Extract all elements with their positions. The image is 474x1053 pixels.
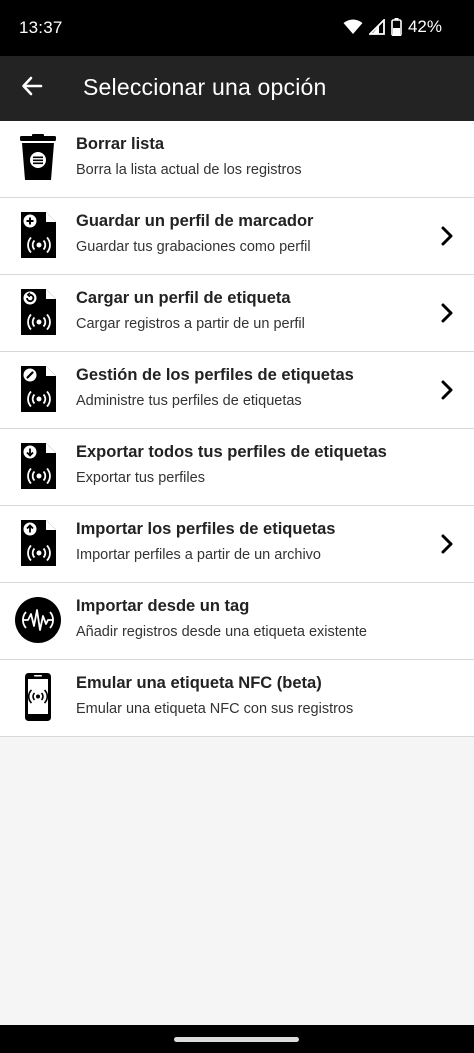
file-add-nfc-icon [14, 210, 62, 260]
option-subtitle: Añadir registros desde una etiqueta exis… [76, 624, 367, 640]
trash-icon [14, 133, 62, 183]
option-subtitle: Importar perfiles a partir de un archivo [76, 547, 321, 563]
option-title: Importar desde un tag [76, 597, 250, 615]
option-title: Borrar lista [76, 135, 165, 153]
option-subtitle: Guardar tus grabaciones como perfil [76, 239, 311, 255]
phone-nfc-icon [14, 672, 62, 722]
chevron-right-icon [440, 224, 454, 248]
option-subtitle: Exportar tus perfiles [76, 470, 205, 486]
chevron-right-icon [440, 301, 454, 325]
option-subtitle: Emular una etiqueta NFC con sus registro… [76, 701, 354, 717]
option-exportar-perfiles[interactable]: Exportar todos tus perfiles de etiquetas… [0, 429, 474, 506]
file-edit-nfc-icon [14, 364, 62, 414]
option-emular-nfc[interactable]: Emular una etiqueta NFC (beta) Emular un… [0, 660, 474, 737]
option-importar-perfiles[interactable]: Importar los perfiles de etiquetas Impor… [0, 506, 474, 583]
file-export-nfc-icon [14, 441, 62, 491]
status-time: 13:37 [19, 18, 63, 37]
option-title: Cargar un perfil de etiqueta [76, 289, 291, 307]
option-gestion-perfiles[interactable]: Gestión de los perfiles de etiquetas Adm… [0, 352, 474, 429]
file-import-nfc-icon [14, 518, 62, 568]
option-subtitle: Cargar registros a partir de un perfil [76, 316, 305, 332]
option-title: Gestión de los perfiles de etiquetas [76, 366, 354, 384]
chevron-right-icon [440, 532, 454, 556]
nfc-tag-icon [14, 595, 62, 645]
option-guardar-perfil[interactable]: Guardar un perfil de marcador Guardar tu… [0, 198, 474, 275]
home-gesture-handle[interactable] [174, 1037, 299, 1042]
page-title: Seleccionar una opción [83, 74, 327, 100]
option-borrar-lista[interactable]: Borrar lista Borra la lista actual de lo… [0, 121, 474, 198]
battery-icon [391, 18, 402, 36]
app-bar: Seleccionar una opción [0, 56, 474, 121]
option-title: Importar los perfiles de etiquetas [76, 520, 336, 538]
arrow-back-icon [21, 75, 43, 102]
cellular-icon [368, 19, 385, 35]
status-icons: 42% [343, 16, 442, 38]
options-list: Borrar lista Borra la lista actual de lo… [0, 121, 474, 737]
option-cargar-perfil[interactable]: Cargar un perfil de etiqueta Cargar regi… [0, 275, 474, 352]
chevron-right-icon [440, 378, 454, 402]
option-subtitle: Administre tus perfiles de etiquetas [76, 393, 302, 409]
file-load-nfc-icon [14, 287, 62, 337]
option-subtitle: Borra la lista actual de los registros [76, 162, 302, 178]
option-title: Emular una etiqueta NFC (beta) [76, 674, 322, 692]
battery-percent: 42% [407, 17, 442, 36]
status-bar: 13:37 42% [0, 0, 474, 56]
option-title: Exportar todos tus perfiles de etiquetas [76, 443, 387, 461]
option-importar-tag[interactable]: Importar desde un tag Añadir registros d… [0, 583, 474, 660]
navigation-bar [0, 1025, 474, 1053]
option-title: Guardar un perfil de marcador [76, 212, 314, 230]
back-button[interactable] [12, 68, 52, 108]
wifi-icon [343, 19, 363, 35]
